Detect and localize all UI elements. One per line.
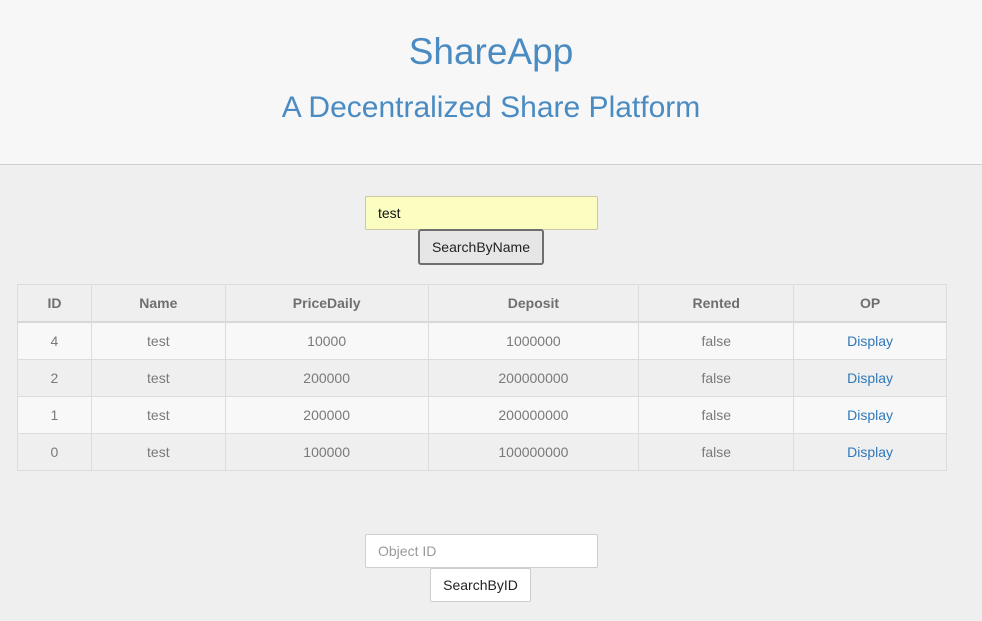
- display-link[interactable]: Display: [847, 370, 893, 386]
- cell-name: test: [90, 321, 226, 360]
- cell-price-daily: 200000: [224, 396, 429, 434]
- cell-deposit: 200000000: [427, 359, 640, 397]
- search-by-id-button[interactable]: SearchByID: [430, 568, 531, 602]
- objects-table: ID Name PriceDaily Deposit Rented OP 4 t…: [17, 284, 947, 471]
- cell-id: 1: [17, 396, 92, 434]
- display-link[interactable]: Display: [847, 444, 893, 460]
- column-header-price-daily: PriceDaily: [224, 284, 429, 323]
- cell-id: 2: [17, 359, 92, 397]
- cell-rented: false: [638, 396, 795, 434]
- name-search-input[interactable]: [365, 196, 598, 230]
- object-id-input[interactable]: [365, 534, 598, 568]
- display-link[interactable]: Display: [847, 407, 893, 423]
- cell-rented: false: [638, 321, 795, 360]
- cell-op: Display: [793, 433, 947, 471]
- cell-price-daily: 200000: [224, 359, 429, 397]
- app-title: ShareApp: [408, 31, 574, 72]
- table-header-row: ID Name PriceDaily Deposit Rented OP: [17, 284, 947, 323]
- cell-name: test: [90, 359, 226, 397]
- cell-name: test: [90, 433, 226, 471]
- table-row: 2 test 200000 200000000 false Display: [17, 359, 947, 397]
- column-header-deposit: Deposit: [427, 284, 640, 323]
- search-by-name-button[interactable]: SearchByName: [418, 229, 544, 265]
- cell-deposit: 200000000: [427, 396, 640, 434]
- table-row: 4 test 10000 1000000 false Display: [17, 321, 947, 360]
- cell-id: 4: [17, 321, 92, 360]
- app-subtitle: A Decentralized Share Platform: [281, 91, 701, 124]
- cell-rented: false: [638, 359, 795, 397]
- cell-name: test: [90, 396, 226, 434]
- cell-price-daily: 10000: [224, 321, 429, 360]
- cell-deposit: 100000000: [427, 433, 640, 471]
- column-header-id: ID: [17, 284, 92, 323]
- cell-rented: false: [638, 433, 795, 471]
- cell-price-daily: 100000: [224, 433, 429, 471]
- table-row: 0 test 100000 100000000 false Display: [17, 433, 947, 471]
- cell-op: Display: [793, 359, 947, 397]
- column-header-name: Name: [90, 284, 226, 323]
- table-row: 1 test 200000 200000000 false Display: [17, 396, 947, 434]
- cell-id: 0: [17, 433, 92, 471]
- column-header-op: OP: [793, 284, 947, 323]
- page-header: ShareApp A Decentralized Share Platform: [0, 0, 982, 165]
- cell-deposit: 1000000: [427, 321, 640, 360]
- cell-op: Display: [793, 396, 947, 434]
- cell-op: Display: [793, 321, 947, 360]
- column-header-rented: Rented: [638, 284, 795, 323]
- display-link[interactable]: Display: [847, 333, 893, 349]
